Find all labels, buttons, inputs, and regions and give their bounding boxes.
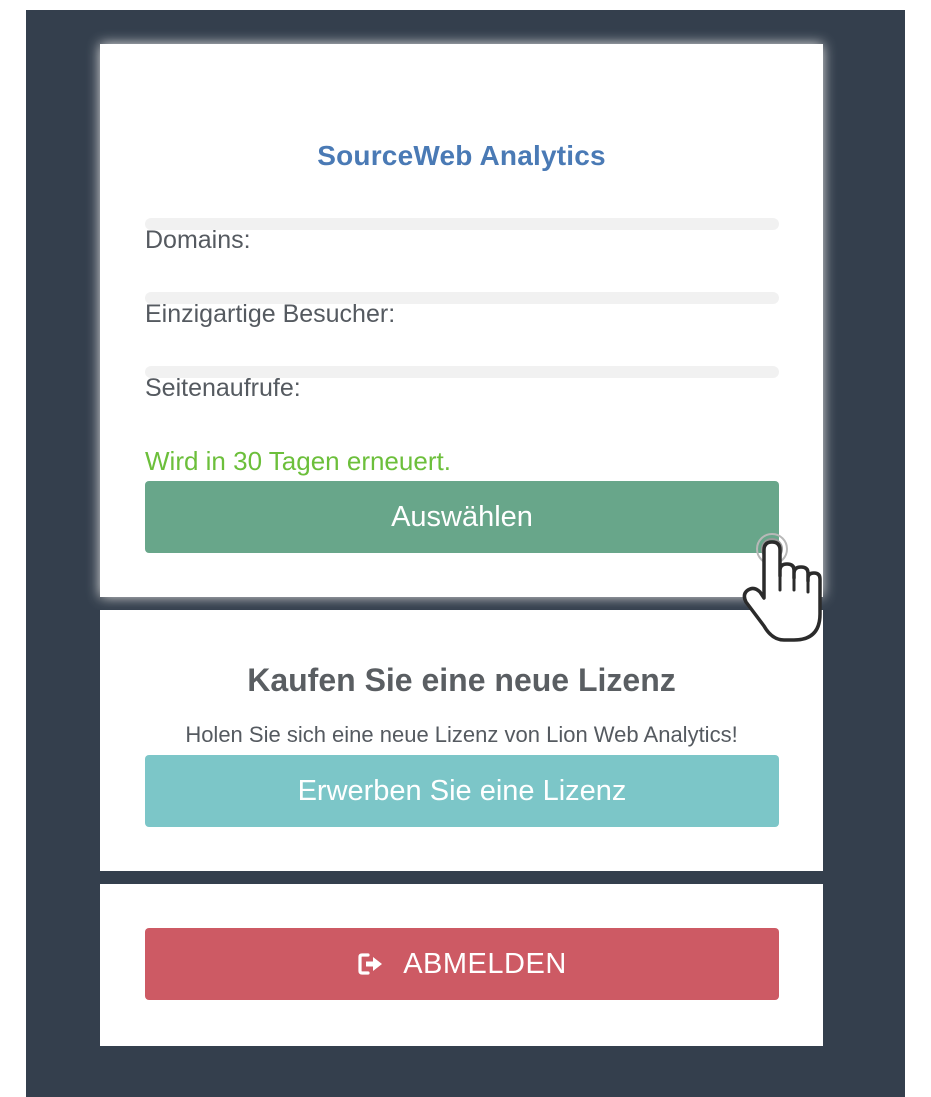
- buy-license-button-label: Erwerben Sie eine Lizenz: [297, 774, 627, 807]
- license-title: SourceWeb Analytics: [317, 140, 606, 171]
- stat-label-domains: Domains:: [145, 226, 251, 254]
- logout-button[interactable]: ABMELDEN: [145, 928, 779, 1000]
- stat-bar-pageviews: [145, 366, 779, 378]
- stat-bar-unique-visitors: [145, 292, 779, 304]
- license-card: SourceWeb Analytics Domains: Einzigartig…: [100, 44, 823, 597]
- hand-pointer-icon: [736, 522, 826, 648]
- stat-label-pageviews: Seitenaufrufe:: [145, 374, 301, 402]
- stat-bar-domains: [145, 218, 779, 230]
- buy-license-title: Kaufen Sie eine neue Lizenz: [247, 662, 676, 698]
- logout-button-label: ABMELDEN: [403, 947, 567, 980]
- select-button-label: Auswählen: [391, 500, 533, 533]
- sign-out-icon: [357, 952, 385, 976]
- renewal-status: Wird in 30 Tagen erneuert.: [145, 446, 451, 476]
- stat-label-unique-visitors: Einzigartige Besucher:: [145, 300, 396, 328]
- buy-license-button[interactable]: Erwerben Sie eine Lizenz: [145, 755, 779, 827]
- logout-card: ABMELDEN: [100, 884, 823, 1046]
- buy-license-card: Kaufen Sie eine neue Lizenz Holen Sie si…: [100, 610, 823, 871]
- buy-license-subtitle: Holen Sie sich eine neue Lizenz von Lion…: [185, 722, 738, 747]
- select-button[interactable]: Auswählen: [145, 481, 779, 553]
